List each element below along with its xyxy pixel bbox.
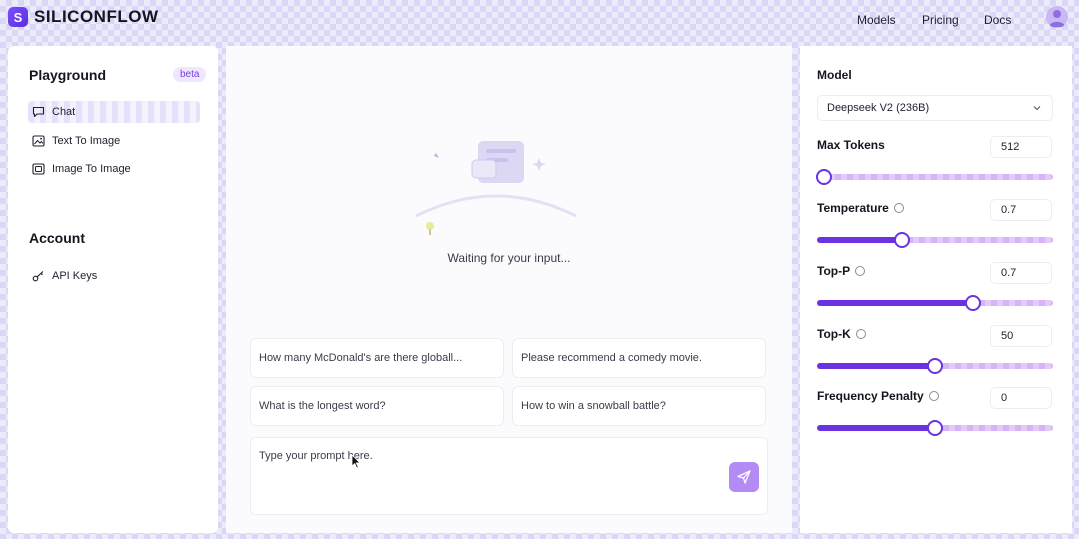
info-icon[interactable] [855,329,866,339]
param-temperature-label: Temperature [817,201,904,215]
playground-title: Playground [29,67,107,83]
slider-fill [817,425,935,431]
param-top-p-slider[interactable] [817,295,1053,311]
model-select[interactable]: Deepseek V2 (236B) [817,95,1053,121]
param-label-text: Frequency Penalty [817,389,924,403]
param-frequency-penalty-label: Frequency Penalty [817,389,939,403]
model-select-value: Deepseek V2 (236B) [827,102,930,114]
slider-thumb[interactable] [927,358,943,374]
param-max-tokens-input[interactable]: 512 [990,136,1052,158]
user-icon [1049,10,1065,27]
nav-pricing[interactable]: Pricing [922,13,959,27]
param-label-text: Temperature [817,201,889,215]
sidebar: Playground beta Chat Text To Image Image… [8,46,218,533]
chevron-down-icon [1033,106,1041,111]
slider-fill [817,300,973,306]
nav-docs[interactable]: Docs [984,13,1011,27]
suggestion-card[interactable]: Please recommend a comedy movie. [512,338,766,378]
top-bar: S SILICONFLOW Models Pricing Docs [0,0,1079,38]
brand-name: SILICONFLOW [34,7,159,26]
param-label-text: Top-P [817,264,851,278]
param-top-k-slider[interactable] [817,358,1053,374]
mouse-cursor-icon [351,454,361,469]
info-icon[interactable] [893,203,904,213]
info-icon[interactable] [855,266,866,276]
model-label: Model [817,68,852,82]
chat-area: Waiting for your input... How many McDon… [226,46,792,533]
sidebar-item-label: Image To Image [52,163,131,175]
param-max-tokens-label: Max Tokens [817,138,885,152]
sidebar-item-text-to-image[interactable]: Text To Image [28,130,200,152]
avatar[interactable] [1046,6,1068,28]
param-top-k-input[interactable]: 50 [990,325,1052,347]
slider-thumb[interactable] [816,169,833,185]
slider-thumb[interactable] [964,295,981,311]
empty-state-illustration-icon [415,141,577,235]
settings-panel: Model Deepseek V2 (236B) Max Tokens 512 … [800,46,1072,533]
param-label-text: Max Tokens [817,138,885,152]
suggestion-card[interactable]: How to win a snowball battle? [512,386,766,426]
send-button[interactable] [729,462,759,492]
slider-thumb[interactable] [927,420,943,436]
param-label-text: Top-K [817,327,851,341]
param-top-k-label: Top-K [817,327,866,341]
sidebar-item-chat[interactable]: Chat [28,101,200,123]
send-icon [737,470,751,484]
slider-thumb[interactable] [893,232,910,248]
image-icon [32,135,45,148]
sidebar-item-label: API Keys [52,270,98,282]
brand-logo-icon: S [8,7,28,27]
param-temperature-slider[interactable] [817,232,1053,248]
sidebar-item-image-to-image[interactable]: Image To Image [28,158,200,180]
param-top-p-label: Top-P [817,264,866,278]
param-top-p-input[interactable]: 0.7 [990,262,1052,284]
sidebar-item-label: Chat [52,106,76,118]
suggestion-card[interactable]: What is the longest word? [250,386,504,426]
param-frequency-penalty-slider[interactable] [817,420,1053,436]
param-frequency-penalty-input[interactable]: 0 [990,387,1052,409]
model-label-text: Model [817,68,852,82]
beta-badge: beta [173,67,207,82]
sidebar-item-api-keys[interactable]: API Keys [28,265,200,287]
chat-icon [32,106,45,119]
nav-models[interactable]: Models [857,13,896,27]
slider-fill [817,363,935,369]
suggestion-card[interactable]: How many McDonald's are there globall... [250,338,504,378]
account-title: Account [29,230,85,246]
brand[interactable]: S SILICONFLOW [8,7,158,27]
sidebar-item-label: Text To Image [52,135,121,147]
slider-fill [817,237,902,243]
param-max-tokens-slider[interactable] [816,169,1053,185]
key-icon [32,270,45,283]
info-icon[interactable] [928,391,939,401]
param-temperature-input[interactable]: 0.7 [990,199,1052,221]
waiting-text: Waiting for your input... [447,251,571,265]
image-to-image-icon [32,163,45,176]
prompt-box [250,437,768,515]
prompt-input[interactable] [259,446,709,466]
